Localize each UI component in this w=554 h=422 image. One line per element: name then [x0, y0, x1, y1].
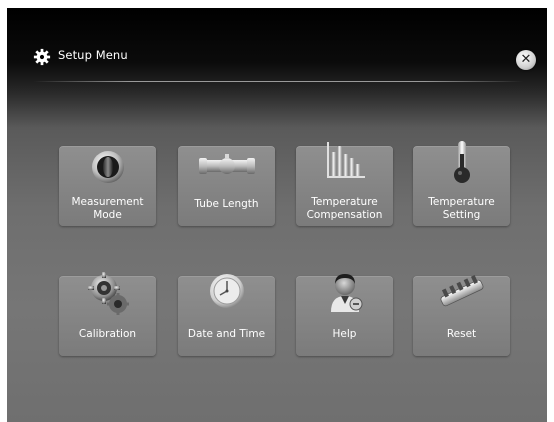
clock-icon: [210, 274, 244, 308]
measurement-mode-button[interactable]: Measurement Mode: [59, 146, 156, 226]
close-icon: ✕: [520, 52, 532, 67]
tile-label: Measurement Mode: [71, 196, 144, 221]
setup-menu-screen: Setup Menu ✕ Measurement Mode Tube Lengt…: [7, 8, 547, 422]
help-person-icon: [331, 274, 363, 312]
tile-label: Reset: [446, 328, 477, 340]
measurement-mode-icon: [92, 151, 124, 183]
gears-icon: [88, 272, 129, 315]
calibration-button[interactable]: Calibration: [59, 272, 156, 356]
thermometer-icon: [454, 141, 470, 183]
header-bar: Setup Menu ✕: [7, 8, 547, 88]
tile-label: Date and Time: [187, 328, 266, 340]
tile-label: Temperature Setting: [428, 196, 495, 221]
reset-button[interactable]: Reset: [413, 275, 510, 356]
reset-icon: [440, 275, 484, 307]
bar-chart-icon: [327, 142, 365, 178]
tube-icon: [199, 154, 255, 174]
date-and-time-button[interactable]: Date and Time: [178, 274, 275, 356]
temperature-setting-button[interactable]: Temperature Setting: [413, 141, 510, 226]
tube-length-button[interactable]: Tube Length: [178, 146, 275, 226]
tile-label: Help: [332, 328, 357, 340]
gear-icon: [33, 48, 51, 66]
page-title: Setup Menu: [58, 48, 128, 62]
tile-label: Calibration: [78, 328, 137, 340]
temperature-compensation-button[interactable]: Temperature Compensation: [296, 142, 393, 226]
header-divider: [33, 81, 523, 82]
close-button[interactable]: ✕: [516, 50, 536, 70]
tile-label: Temperature Compensation: [306, 196, 383, 221]
help-button[interactable]: Help: [296, 274, 393, 356]
tile-label: Tube Length: [194, 198, 259, 210]
